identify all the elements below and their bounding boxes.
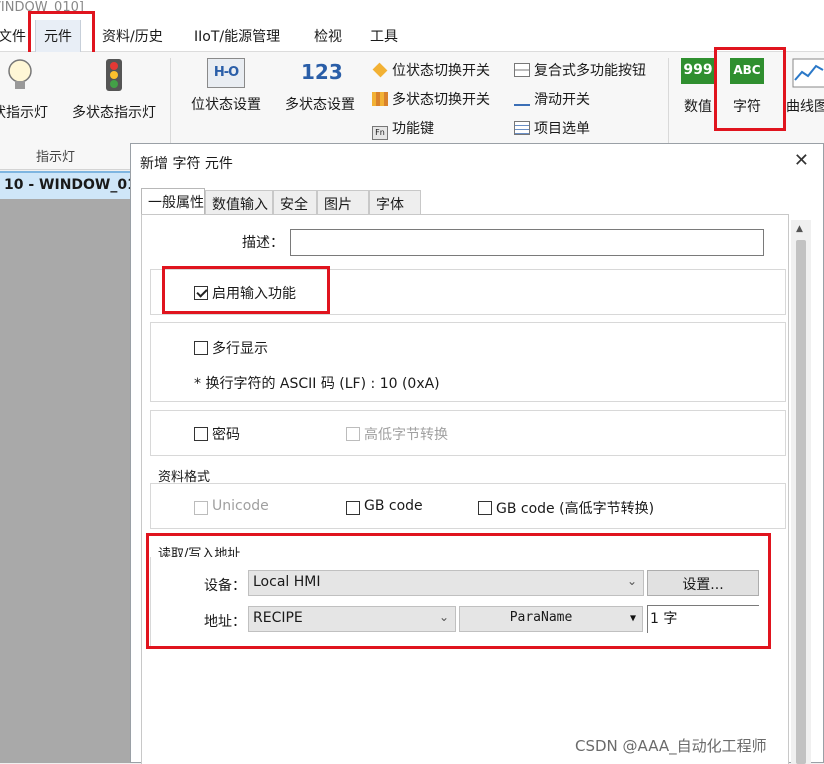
dialog-title: 新增 字符 元件: [140, 156, 233, 172]
bit-lamp-tool[interactable]: 状指示灯: [0, 58, 48, 122]
menu-bar: 文件 元件 资料/历史 IIoT/能源管理 检视 工具: [0, 20, 824, 52]
multi-set-icon: 123: [301, 60, 343, 84]
description-input[interactable]: [290, 229, 764, 256]
function-key-label: 功能键: [392, 121, 434, 137]
slide-switch-label: 滑动开关: [534, 92, 590, 108]
function-key-tool[interactable]: Fn 功能键: [372, 118, 434, 140]
bit-set-tool[interactable]: H-O 位状态设置: [184, 58, 268, 114]
scroll-up-icon[interactable]: ▲: [796, 224, 803, 234]
item-menu-label: 项目选单: [534, 121, 590, 137]
bit-set-label: 位状态设置: [191, 97, 261, 113]
combo-button-icon: [514, 63, 530, 77]
trend-label: 曲线图: [786, 99, 824, 115]
window-title-strip: VINDOW_010]: [0, 0, 824, 20]
multi-toggle-switch-label: 多状态切换开关: [392, 92, 490, 108]
list-icon: [514, 121, 530, 135]
combo-button-label: 复合式多功能按钮: [534, 63, 646, 79]
unicode-checkbox[interactable]: [194, 501, 208, 515]
close-icon[interactable]: ✕: [794, 150, 809, 171]
password-checkbox[interactable]: [194, 427, 208, 441]
description-label: 描述：: [242, 235, 284, 251]
trend-tool[interactable]: 曲线图: [786, 58, 824, 116]
multi-lamp-tool[interactable]: 多状态指示灯: [66, 58, 162, 122]
numeric-icon: 999: [681, 58, 715, 84]
tab-numeric-input[interactable]: 数值输入: [205, 190, 273, 214]
menu-view[interactable]: 检视: [314, 26, 342, 46]
slide-switch-tool[interactable]: 滑动开关: [514, 89, 590, 109]
password-section: [150, 410, 786, 456]
indicator-group-label: 指示灯: [36, 150, 76, 165]
combo-button-tool[interactable]: 复合式多功能按钮: [514, 60, 646, 80]
traffic-light-icon: [106, 59, 122, 91]
scrollbar-thumb[interactable]: [796, 240, 806, 764]
editor-workspace[interactable]: [0, 199, 132, 763]
menu-tools[interactable]: 工具: [370, 26, 398, 46]
highlight-enable-input: [162, 266, 330, 314]
swap-bytes-checkbox[interactable]: [346, 427, 360, 441]
swap-bytes-label: 高低字节转换: [364, 427, 448, 443]
window-document-tab[interactable]: 10 - WINDOW_010: [0, 171, 140, 199]
multi-set-tool[interactable]: 123 多状态设置: [280, 58, 360, 114]
bit-lamp-label: 状指示灯: [0, 105, 48, 121]
new-character-dialog: 新增 字符 元件 ✕ 一般属性 数值输入 安全 图片 字体 描述： 启用输入功能…: [130, 143, 824, 764]
multiline-label: 多行显示: [212, 341, 268, 357]
lf-note: * 换行字符的 ASCII 码 (LF) : 10 (0xA): [194, 376, 440, 392]
tab-security[interactable]: 安全: [273, 190, 317, 214]
bit-toggle-switch-label: 位状态切换开关: [392, 63, 490, 79]
multi-set-label: 多状态设置: [285, 97, 355, 113]
menu-data-history[interactable]: 资料/历史: [102, 26, 163, 46]
multi-lamp-label: 多状态指示灯: [72, 105, 156, 121]
multiline-checkbox[interactable]: [194, 341, 208, 355]
line-chart-icon: [792, 58, 824, 88]
tab-general[interactable]: 一般属性: [141, 188, 205, 214]
slider-icon: [514, 104, 530, 106]
menu-file[interactable]: 文件: [0, 26, 26, 46]
panel-scrollbar[interactable]: ▲: [791, 220, 811, 764]
gb-code-swap-label: GB code (高低字节转换): [496, 501, 655, 517]
tab-font[interactable]: 字体: [369, 190, 421, 214]
highlight-rw-address: [146, 533, 771, 649]
highlight-character-tool: [714, 47, 786, 131]
bit-set-icon: H-O: [207, 58, 245, 88]
diamond-switch-icon: [372, 62, 388, 78]
gb-code-swap-checkbox[interactable]: [478, 501, 492, 515]
bit-toggle-switch-tool[interactable]: 位状态切换开关: [372, 60, 490, 80]
checker-switch-icon: [372, 92, 388, 106]
item-menu-tool[interactable]: 项目选单: [514, 118, 590, 138]
gb-code-checkbox[interactable]: [346, 501, 360, 515]
unicode-label: Unicode: [212, 498, 269, 514]
multi-toggle-switch-tool[interactable]: 多状态切换开关: [372, 89, 490, 109]
menu-iiot[interactable]: IIoT/能源管理: [194, 26, 280, 46]
lightbulb-icon: [8, 59, 32, 89]
function-key-icon: Fn: [372, 126, 388, 140]
tab-picture[interactable]: 图片: [317, 190, 369, 214]
gb-code-label: GB code: [364, 498, 423, 514]
watermark-text: CSDN @AAA_自动化工程师: [575, 737, 767, 755]
password-label: 密码: [212, 427, 240, 443]
